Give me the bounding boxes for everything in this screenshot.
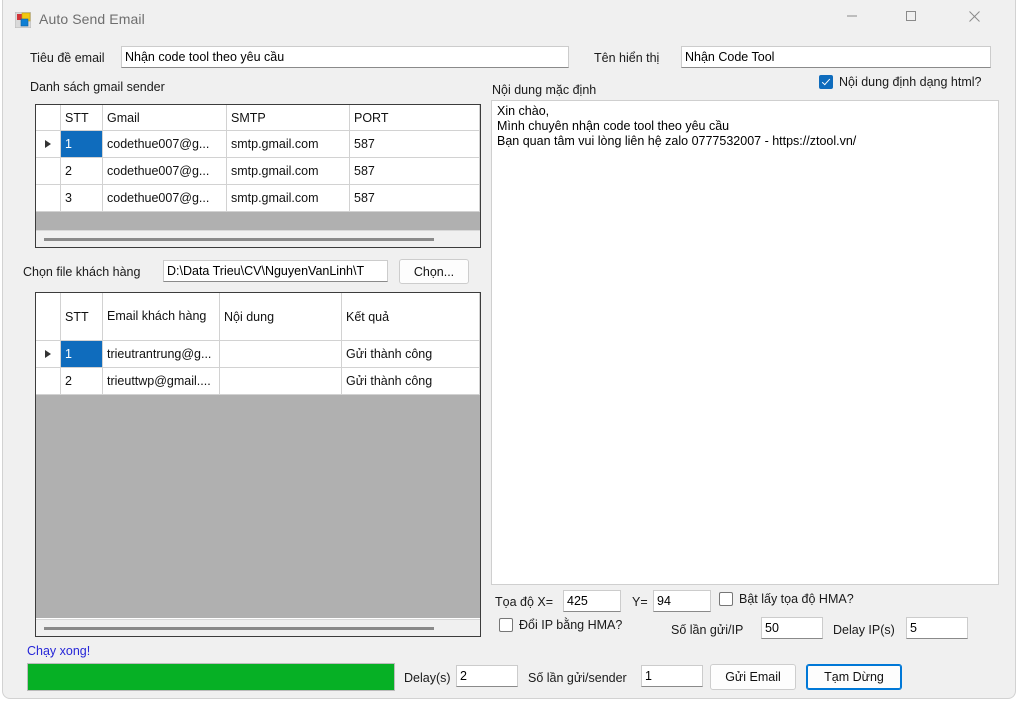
maximize-button[interactable] — [888, 0, 934, 32]
checkbox-box-icon — [819, 75, 833, 89]
enable-hma-coordinate-checkbox[interactable]: Bật lấy tọa độ HMA? — [719, 592, 854, 606]
sends-per-sender-input[interactable]: 1 — [641, 665, 703, 687]
customer-file-path-input[interactable]: D:\Data Trieu\CV\NguyenVanLinh\T — [163, 260, 388, 282]
checkbox-box-icon — [499, 618, 513, 632]
progress-bar-fill — [28, 664, 394, 690]
scrollbar-thumb[interactable] — [44, 238, 434, 241]
table-row[interactable]: 2 trieuttwp@gmail.... Gửi thành công — [36, 368, 480, 395]
winforms-app-icon — [14, 11, 32, 29]
cell-stt[interactable]: 3 — [61, 185, 103, 212]
cell-result[interactable]: Gửi thành công — [342, 368, 480, 395]
table-row[interactable]: 1 codethue007@g... smtp.gmail.com 587 — [36, 131, 480, 158]
cell-result[interactable]: Gửi thành công — [342, 341, 480, 368]
minimize-button[interactable] — [829, 0, 875, 32]
header-port[interactable]: PORT — [350, 105, 480, 131]
header-content[interactable]: Nội dung — [220, 293, 342, 341]
current-row-arrow-icon — [45, 350, 51, 358]
customer-grid-hscrollbar[interactable] — [36, 619, 480, 636]
cell-smtp[interactable]: smtp.gmail.com — [227, 158, 350, 185]
cell-gmail[interactable]: codethue007@g... — [103, 131, 227, 158]
header-smtp[interactable]: SMTP — [227, 105, 350, 131]
header-gmail[interactable]: Gmail — [103, 105, 227, 131]
row-marker — [36, 341, 61, 368]
cell-port[interactable]: 587 — [350, 185, 480, 212]
cell-content[interactable] — [220, 368, 342, 395]
enable-hma-coordinate-label: Bật lấy tọa độ HMA? — [739, 592, 854, 606]
delay-ip-label: Delay IP(s) — [833, 623, 895, 637]
gmail-sender-grid[interactable]: STT Gmail SMTP PORT 1 codethue007@g... s… — [35, 104, 481, 248]
table-row[interactable]: 2 codethue007@g... smtp.gmail.com 587 — [36, 158, 480, 185]
row-marker — [36, 185, 61, 212]
cell-stt[interactable]: 1 — [61, 341, 103, 368]
header-result[interactable]: Kết quả — [342, 293, 480, 341]
coordinate-label: Tọa độ X= — [495, 595, 554, 609]
header-rowmarker — [36, 105, 61, 131]
header-customer-email[interactable]: Email khách hàng — [103, 293, 220, 341]
row-marker — [36, 368, 61, 395]
subject-input[interactable]: Nhận code tool theo yêu cầu — [121, 46, 569, 68]
sends-per-ip-label: Số lần gửi/IP — [671, 623, 744, 637]
table-row[interactable]: 1 trieutrantrung@g... Gửi thành công — [36, 341, 480, 368]
change-ip-hma-label: Đổi IP bằng HMA? — [519, 618, 623, 632]
title-bar: Auto Send Email — [3, 0, 1015, 38]
row-marker — [36, 158, 61, 185]
display-name-label: Tên hiển thị — [594, 51, 660, 65]
sender-list-label: Danh sách gmail sender — [30, 80, 165, 94]
header-stt[interactable]: STT — [61, 293, 103, 341]
cell-customer-email[interactable]: trieutrantrung@g... — [103, 341, 220, 368]
grid-empty-area — [36, 395, 480, 618]
cell-port[interactable]: 587 — [350, 158, 480, 185]
auto-send-email-window: Auto Send Email Tiêu đề email Nhận code … — [2, 0, 1016, 699]
table-header-row: STT Email khách hàng Nội dung Kết quả — [36, 293, 480, 341]
minimize-icon — [847, 15, 857, 17]
subject-label: Tiêu đề email — [30, 51, 105, 65]
close-button[interactable] — [951, 0, 997, 32]
pause-button[interactable]: Tạm Dừng — [806, 664, 902, 690]
grid-empty-area — [36, 212, 480, 230]
cell-smtp[interactable]: smtp.gmail.com — [227, 185, 350, 212]
delay-seconds-label: Delay(s) — [404, 671, 451, 685]
html-format-checkbox-label: Nội dung định dạng html? — [839, 75, 982, 89]
status-label: Chạy xong! — [27, 644, 91, 658]
coordinate-x-input[interactable]: 425 — [563, 590, 621, 612]
default-content-textarea[interactable]: Xin chào, Mình chuyên nhận code tool the… — [491, 100, 999, 585]
row-marker — [36, 131, 61, 158]
checkbox-box-icon — [719, 592, 733, 606]
table-row[interactable]: 3 codethue007@g... smtp.gmail.com 587 — [36, 185, 480, 212]
sender-grid-hscrollbar[interactable] — [36, 230, 480, 247]
change-ip-hma-checkbox[interactable]: Đổi IP bằng HMA? — [499, 618, 622, 632]
sends-per-sender-label: Số lần gửi/sender — [528, 671, 627, 685]
close-icon — [968, 10, 980, 22]
html-format-checkbox[interactable]: Nội dung định dạng html? — [819, 75, 981, 89]
customer-file-label: Chọn file khách hàng — [23, 265, 141, 279]
cell-stt[interactable]: 2 — [61, 368, 103, 395]
cell-customer-email[interactable]: trieuttwp@gmail.... — [103, 368, 220, 395]
display-name-input[interactable]: Nhận Code Tool — [681, 46, 991, 68]
cell-smtp[interactable]: smtp.gmail.com — [227, 131, 350, 158]
delay-ip-input[interactable]: 5 — [906, 617, 968, 639]
current-row-arrow-icon — [45, 140, 51, 148]
window-title: Auto Send Email — [39, 11, 145, 27]
header-stt[interactable]: STT — [61, 105, 103, 131]
cell-stt[interactable]: 2 — [61, 158, 103, 185]
header-rowmarker — [36, 293, 61, 341]
cell-gmail[interactable]: codethue007@g... — [103, 185, 227, 212]
progress-bar — [27, 663, 395, 691]
browse-file-button[interactable]: Chọn... — [399, 259, 469, 284]
sends-per-ip-input[interactable]: 50 — [761, 617, 823, 639]
cell-content[interactable] — [220, 341, 342, 368]
cell-gmail[interactable]: codethue007@g... — [103, 158, 227, 185]
coordinate-y-input[interactable]: 94 — [653, 590, 711, 612]
customer-email-grid[interactable]: STT Email khách hàng Nội dung Kết quả 1 … — [35, 292, 481, 637]
default-content-label: Nội dung mặc định — [492, 83, 597, 97]
scrollbar-thumb[interactable] — [44, 627, 434, 630]
coordinate-y-label: Y= — [632, 595, 648, 609]
cell-port[interactable]: 587 — [350, 131, 480, 158]
maximize-icon — [906, 11, 916, 21]
send-email-button[interactable]: Gửi Email — [710, 664, 796, 690]
cell-stt[interactable]: 1 — [61, 131, 103, 158]
delay-seconds-input[interactable]: 2 — [456, 665, 518, 687]
table-header-row: STT Gmail SMTP PORT — [36, 105, 480, 131]
